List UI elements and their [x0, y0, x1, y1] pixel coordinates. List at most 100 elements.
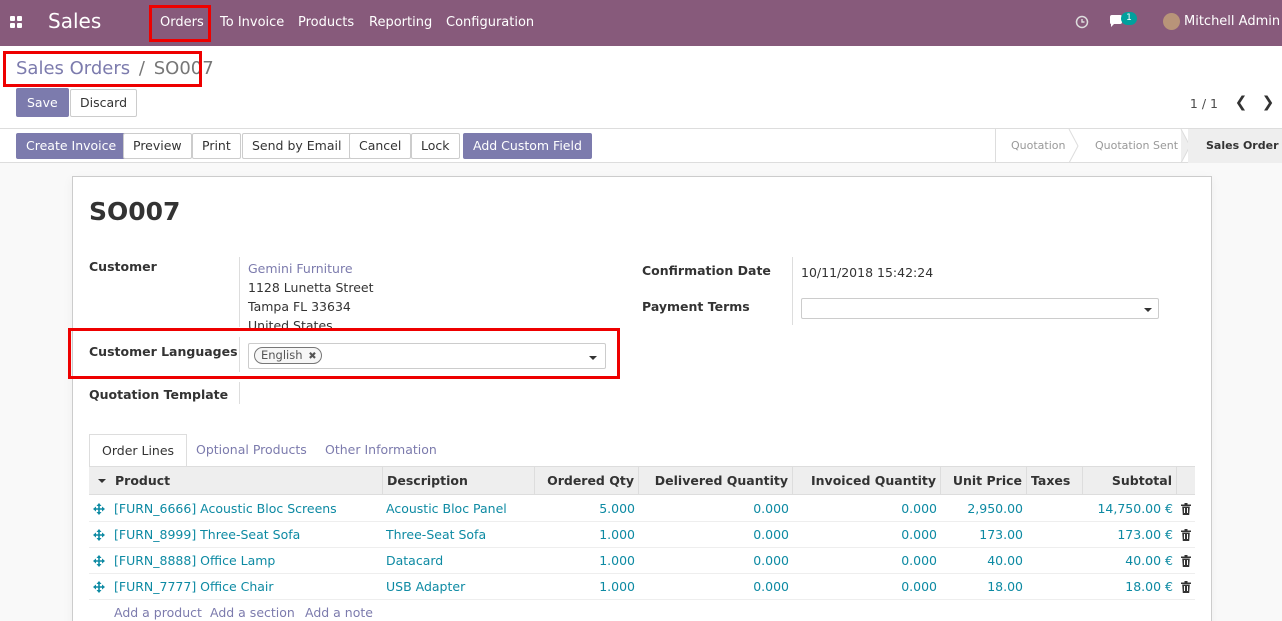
confirmation-date-label: Confirmation Date [642, 263, 771, 278]
highlight-breadcrumb [3, 51, 202, 87]
status-bar: Create Invoice Preview Print Send by Ema… [0, 129, 1282, 163]
field-divider [239, 257, 240, 327]
menu-reporting[interactable]: Reporting [369, 15, 432, 30]
col-delivered-qty[interactable]: Delivered Quantity [639, 467, 793, 495]
trash-icon[interactable] [1181, 529, 1191, 541]
table-row[interactable]: [FURN_6666] Acoustic Bloc Screens Acousti… [89, 496, 1195, 522]
menu-products[interactable]: Products [298, 15, 354, 30]
cell-invoiced-qty[interactable]: 0.000 [793, 574, 937, 600]
highlight-customer-languages [68, 328, 620, 379]
customer-name-link[interactable]: Gemini Furniture [248, 261, 353, 276]
cell-unit-price[interactable]: 2,950.00 [941, 496, 1023, 522]
cell-ordered-qty[interactable]: 1.000 [535, 548, 635, 574]
drag-handle-icon[interactable] [93, 503, 105, 515]
cell-unit-price[interactable]: 40.00 [941, 548, 1023, 574]
cell-description[interactable]: Acoustic Bloc Panel [386, 496, 536, 522]
cell-product[interactable]: [FURN_8888] Office Lamp [114, 548, 384, 574]
user-menu[interactable]: Mitchell Admin [1184, 14, 1280, 29]
cell-description[interactable]: Three-Seat Sofa [386, 522, 536, 548]
cell-delivered-qty[interactable]: 0.000 [639, 574, 789, 600]
table-row[interactable]: [FURN_7777] Office Chair USB Adapter 1.000… [89, 574, 1195, 600]
highlight-orders [149, 5, 211, 42]
field-divider [792, 257, 793, 325]
print-button[interactable]: Print [192, 133, 241, 159]
address-line-2: Tampa FL 33634 [248, 299, 351, 314]
cell-subtotal[interactable]: 18.00 € [1083, 574, 1173, 600]
add-section-link[interactable]: Add a section [210, 605, 295, 620]
cell-unit-price[interactable]: 18.00 [941, 574, 1023, 600]
col-subtotal[interactable]: Subtotal [1083, 467, 1177, 495]
chevron-down-icon[interactable] [1144, 308, 1152, 312]
cancel-button[interactable]: Cancel [349, 133, 412, 159]
cell-ordered-qty[interactable]: 1.000 [535, 522, 635, 548]
cell-invoiced-qty[interactable]: 0.000 [793, 522, 937, 548]
preview-button[interactable]: Preview [123, 133, 192, 159]
cell-delivered-qty[interactable]: 0.000 [639, 548, 789, 574]
cell-product[interactable]: [FURN_8999] Three-Seat Sofa [114, 522, 384, 548]
save-button[interactable]: Save [16, 88, 69, 117]
address-line-1: 1128 Lunetta Street [248, 280, 374, 295]
tab-other-information[interactable]: Other Information [313, 434, 449, 467]
stage-arrow [1068, 129, 1079, 163]
trash-icon[interactable] [1181, 555, 1191, 567]
table-row[interactable]: [FURN_8999] Three-Seat Sofa Three-Seat So… [89, 522, 1195, 548]
payment-terms-label: Payment Terms [642, 299, 750, 314]
stage-quotation[interactable]: Quotation [1011, 139, 1065, 152]
payment-terms-select[interactable] [801, 298, 1159, 319]
pager-value[interactable]: 1 / 1 [1190, 96, 1218, 111]
cell-invoiced-qty[interactable]: 0.000 [793, 496, 937, 522]
page-title: SO007 [89, 197, 181, 226]
avatar[interactable] [1163, 13, 1180, 30]
discard-button[interactable]: Discard [70, 89, 137, 117]
drag-handle-icon[interactable] [93, 555, 105, 567]
send-by-email-button[interactable]: Send by Email [242, 133, 352, 159]
menu-configuration[interactable]: Configuration [446, 15, 534, 30]
trash-icon[interactable] [1181, 581, 1191, 593]
cell-description[interactable]: Datacard [386, 548, 536, 574]
menu-to-invoice[interactable]: To Invoice [220, 15, 284, 30]
cell-unit-price[interactable]: 173.00 [941, 522, 1023, 548]
chat-count-badge: 1 [1121, 12, 1137, 25]
cell-ordered-qty[interactable]: 5.000 [535, 496, 635, 522]
add-note-link[interactable]: Add a note [305, 605, 373, 620]
create-invoice-button[interactable]: Create Invoice [16, 133, 127, 159]
add-product-link[interactable]: Add a product [114, 605, 202, 620]
field-divider [239, 382, 240, 404]
sort-caret-icon[interactable] [98, 479, 106, 483]
stage-quotation-sent[interactable]: Quotation Sent [1095, 139, 1178, 152]
cell-subtotal[interactable]: 40.00 € [1083, 548, 1173, 574]
col-taxes[interactable]: Taxes [1027, 467, 1083, 495]
drag-handle-icon[interactable] [93, 529, 105, 541]
table-row[interactable]: [FURN_8888] Office Lamp Datacard 1.000 0.00… [89, 548, 1195, 574]
cell-invoiced-qty[interactable]: 0.000 [793, 548, 937, 574]
col-description[interactable]: Description [383, 467, 535, 495]
drag-handle-icon[interactable] [93, 581, 105, 593]
apps-menu-icon[interactable] [10, 16, 23, 29]
cell-delivered-qty[interactable]: 0.000 [639, 496, 789, 522]
cell-product[interactable]: [FURN_6666] Acoustic Bloc Screens [114, 496, 384, 522]
order-lines-header: Product Description Ordered Qty Delivere… [89, 467, 1195, 495]
cell-product[interactable]: [FURN_7777] Office Chair [114, 574, 384, 600]
clock-icon[interactable] [1075, 15, 1089, 29]
cell-subtotal[interactable]: 173.00 € [1083, 522, 1173, 548]
trash-icon[interactable] [1181, 503, 1191, 515]
cell-description[interactable]: USB Adapter [386, 574, 536, 600]
add-custom-field-button[interactable]: Add Custom Field [463, 133, 592, 159]
cell-ordered-qty[interactable]: 1.000 [535, 574, 635, 600]
confirmation-date-value[interactable]: 10/11/2018 15:42:24 [801, 265, 933, 280]
stage-sales-order[interactable]: Sales Order [1206, 139, 1279, 152]
form-sheet: SO007 Customer Gemini Furniture 1128 Lun… [72, 176, 1212, 621]
customer-label: Customer [89, 259, 157, 274]
cell-delivered-qty[interactable]: 0.000 [639, 522, 789, 548]
col-product[interactable]: Product [111, 467, 383, 495]
cell-subtotal[interactable]: 14,750.00 € [1083, 496, 1173, 522]
tab-optional-products[interactable]: Optional Products [184, 434, 319, 467]
app-brand[interactable]: Sales [48, 9, 101, 33]
lock-button[interactable]: Lock [411, 133, 460, 159]
col-invoiced-qty[interactable]: Invoiced Quantity [793, 467, 941, 495]
col-ordered-qty[interactable]: Ordered Qty [535, 467, 639, 495]
tab-order-lines[interactable]: Order Lines [89, 434, 188, 467]
col-unit-price[interactable]: Unit Price [941, 467, 1027, 495]
pager-previous-icon[interactable]: ❮ [1229, 90, 1253, 116]
pager-next-icon[interactable]: ❯ [1256, 90, 1280, 116]
